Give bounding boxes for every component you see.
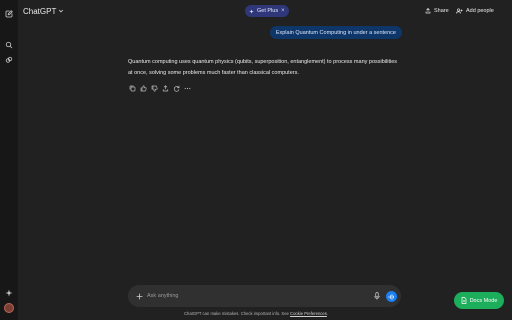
regenerate-icon[interactable] [172, 84, 180, 92]
disclaimer: ChatGPT can make mistakes. Check importa… [0, 311, 512, 316]
voice-mode-button[interactable] [386, 291, 397, 302]
new-chat-icon[interactable] [3, 8, 15, 20]
docs-mode-button[interactable]: Docs Mode [454, 292, 504, 309]
explore-icon[interactable] [3, 54, 15, 66]
copy-icon[interactable] [128, 84, 136, 92]
disclaimer-text: ChatGPT can make mistakes. Check importa… [183, 311, 291, 316]
thumbs-down-icon[interactable] [150, 84, 158, 92]
close-icon[interactable]: × [281, 8, 285, 14]
user-message: Explain Quantum Computing in under a sen… [269, 26, 402, 39]
sidebar [0, 0, 18, 320]
composer [128, 285, 401, 307]
microphone-icon[interactable] [372, 291, 382, 301]
model-label: ChatGPT [23, 6, 57, 16]
thumbs-up-icon[interactable] [139, 84, 147, 92]
get-plus-pill: Get Plus × [245, 5, 289, 17]
upload-icon [425, 8, 431, 14]
message-actions [128, 84, 191, 92]
docs-mode-label: Docs Mode [469, 297, 498, 304]
sparkle-icon[interactable] [3, 287, 15, 299]
get-plus-button[interactable]: Get Plus [257, 8, 278, 14]
document-icon [461, 297, 467, 304]
cookie-preferences-link[interactable]: Cookie Preferences [290, 311, 327, 316]
share-button[interactable]: Share [425, 5, 449, 17]
search-icon[interactable] [3, 39, 15, 51]
message-input[interactable] [147, 290, 367, 302]
share-icon[interactable] [161, 84, 169, 92]
sparkle-icon [249, 8, 254, 14]
add-person-icon [456, 8, 463, 14]
chevron-down-icon [58, 8, 64, 14]
model-selector[interactable]: ChatGPT [23, 5, 64, 17]
more-icon[interactable] [183, 84, 191, 92]
add-people-label: Add people [466, 8, 494, 14]
assistant-message: Quantum computing uses quantum physics (… [128, 59, 398, 76]
share-label: Share [434, 8, 449, 14]
attach-plus-icon[interactable] [134, 291, 144, 301]
waveform-icon [388, 293, 394, 300]
disclaimer-end: . [326, 311, 328, 316]
add-people-button[interactable]: Add people [456, 5, 494, 17]
